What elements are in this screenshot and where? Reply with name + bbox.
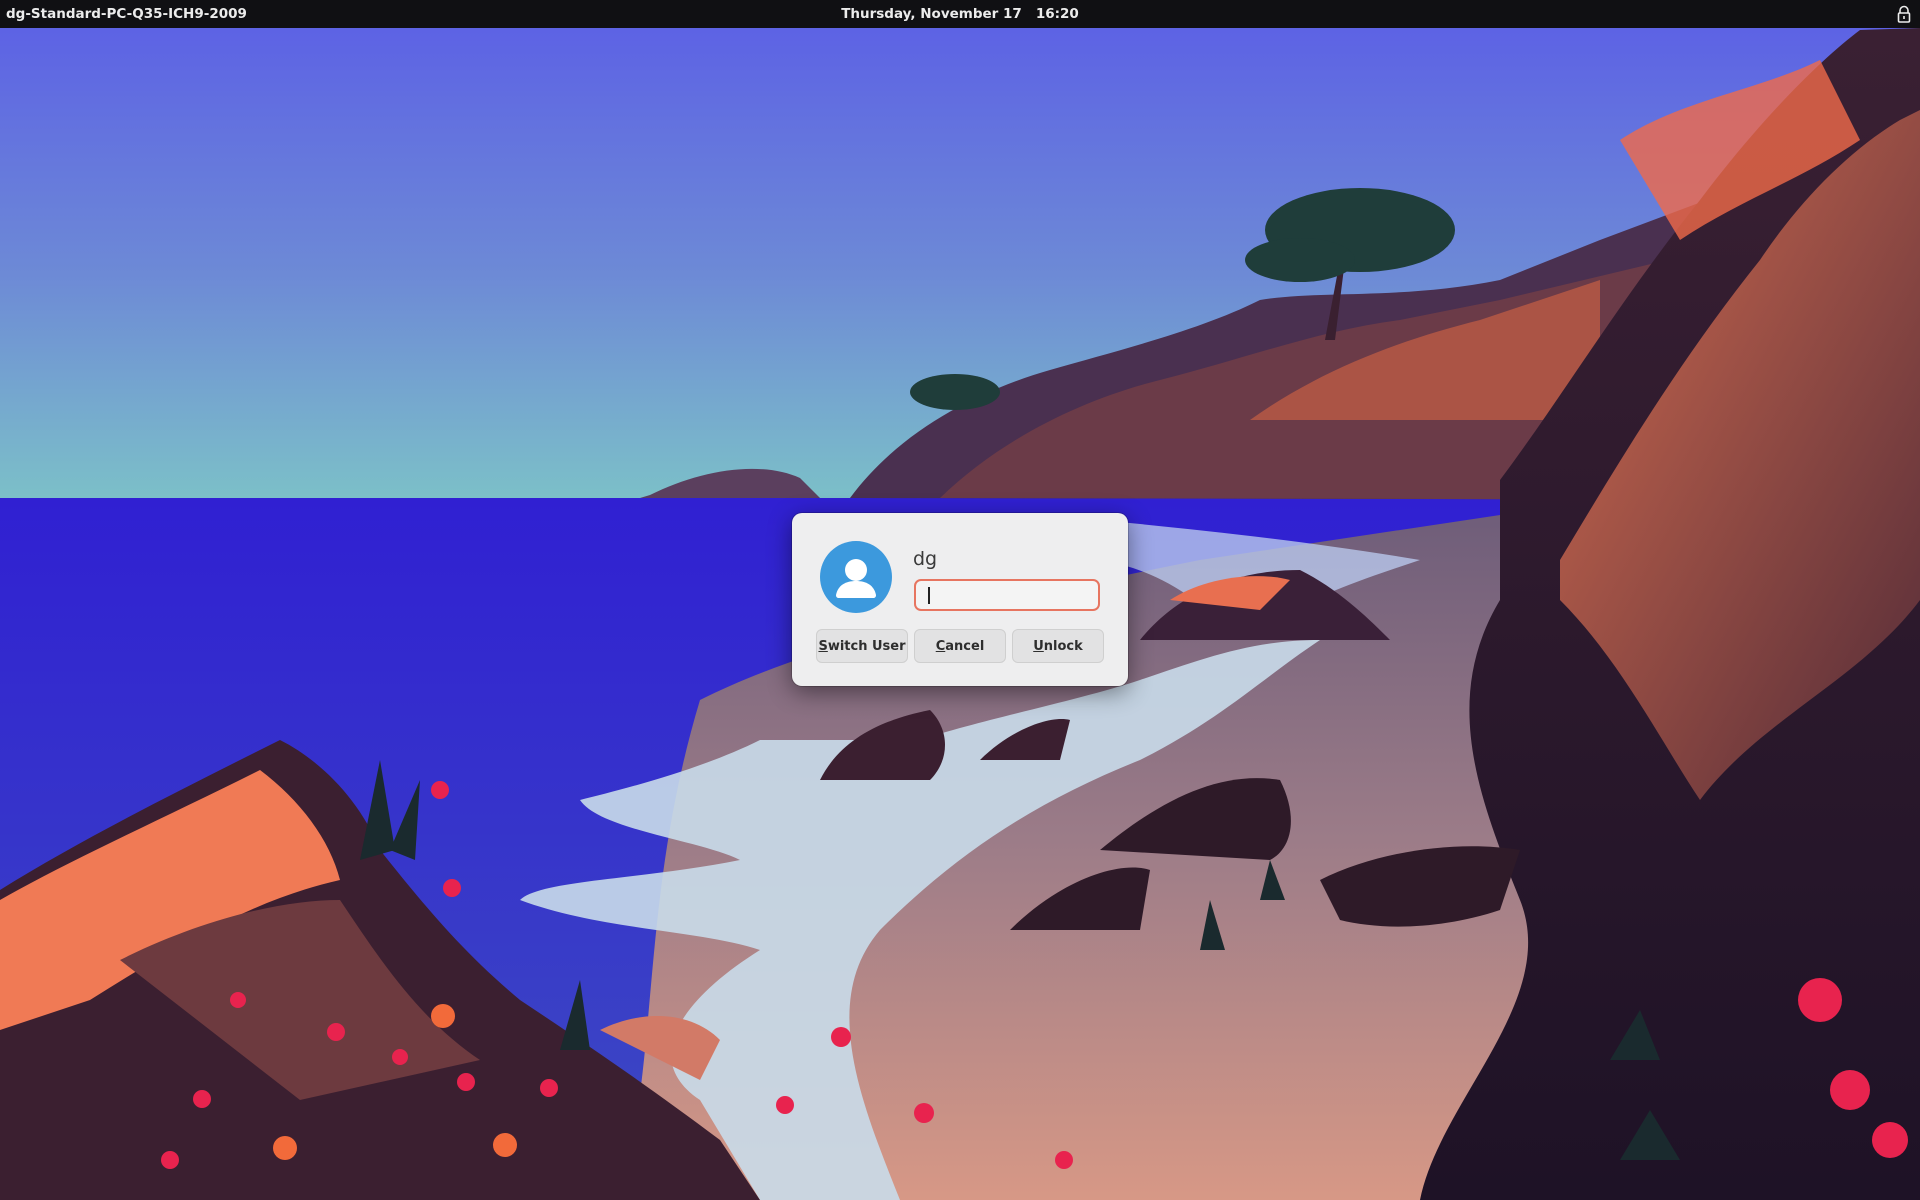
clock-date: Thursday, November 17 xyxy=(841,6,1022,22)
user-avatar-icon xyxy=(820,541,892,613)
switch-user-button[interactable]: Switch User xyxy=(816,629,908,663)
panel-clock: Thursday, November 17 16:20 xyxy=(0,0,1920,28)
cancel-button[interactable]: Cancel xyxy=(914,629,1006,663)
unlock-dialog: dg Switch User Cancel Unlock xyxy=(792,513,1128,686)
clock-time: 16:20 xyxy=(1035,6,1079,22)
top-panel: dg-Standard-PC-Q35-ICH9-2009 Thursday, N… xyxy=(0,0,1920,28)
username-label: dg xyxy=(913,548,938,570)
hostname-label: dg-Standard-PC-Q35-ICH9-2009 xyxy=(6,6,247,22)
lock-icon xyxy=(1897,5,1911,23)
text-caret xyxy=(928,587,930,604)
lock-screen: dg-Standard-PC-Q35-ICH9-2009 Thursday, N… xyxy=(0,0,1920,1200)
password-field[interactable] xyxy=(914,579,1100,611)
unlock-button[interactable]: Unlock xyxy=(1012,629,1104,663)
